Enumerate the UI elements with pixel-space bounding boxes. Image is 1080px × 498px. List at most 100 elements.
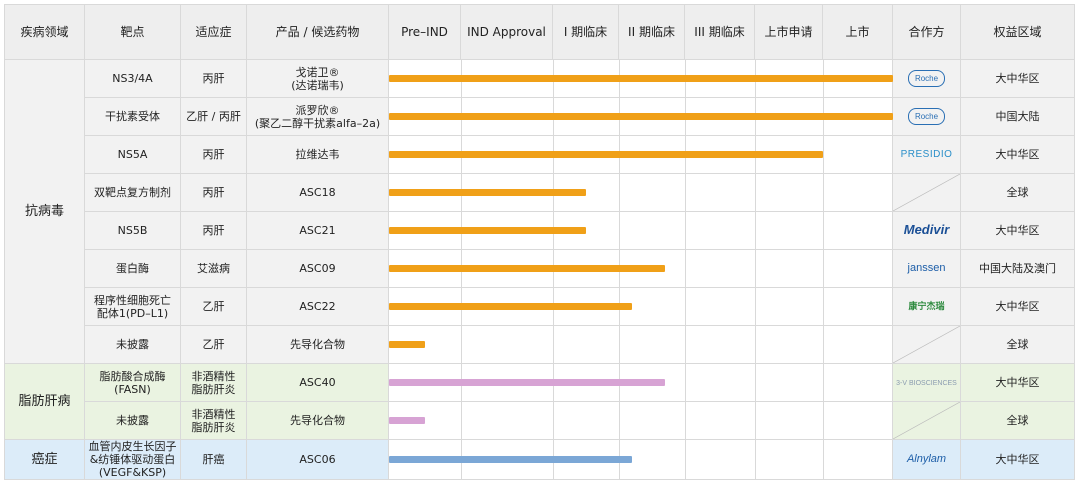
stage-gridline xyxy=(685,402,686,439)
header-phase3: III 期临床 xyxy=(684,4,755,60)
target-cell: 血管内皮生长因子 &纺锤体驱动蛋白 (VEGF&KSP) xyxy=(84,439,181,480)
category-fatty: 脂肪肝病 xyxy=(4,363,85,440)
stage-gridline xyxy=(823,250,824,287)
pipeline-row: 未披露 乙肝 先导化合物 全球 xyxy=(5,325,1075,364)
partner-cell: janssen xyxy=(892,249,961,288)
roche-logo: Roche xyxy=(907,70,946,87)
pipeline-row: NS5B 丙肝 ASC21 Medivir 大中华区 xyxy=(5,211,1075,250)
header-indication: 适应症 xyxy=(180,4,247,60)
region-cell: 全球 xyxy=(960,401,1075,440)
target-cell: NS5A xyxy=(84,135,181,174)
progress-bar xyxy=(389,74,893,82)
stage-gridline xyxy=(823,212,824,249)
indication-cell: 乙肝 xyxy=(180,287,247,326)
product-cell: 戈诺卫® (达诺瑞韦) xyxy=(246,59,389,98)
stage-gridline xyxy=(755,364,756,401)
product-cell: ASC06 xyxy=(246,439,389,480)
progress-cell xyxy=(388,59,893,98)
progress-bar xyxy=(389,226,586,234)
stage-gridline xyxy=(823,402,824,439)
progress-bar xyxy=(389,378,666,386)
pipeline-row: 抗病毒 NS3/4A 丙肝 戈诺卫® (达诺瑞韦) Roche 大中华区 xyxy=(4,59,1075,364)
category-cancer: 癌症 xyxy=(4,439,85,480)
progress-bar xyxy=(389,302,633,310)
region-cell: 大中华区 xyxy=(960,211,1075,250)
pipeline-table: 疾病领域 靶点 适应症 产品 / 候选药物 Pre–IND IND Approv… xyxy=(4,4,1075,480)
stage-gridline xyxy=(619,174,620,211)
indication-cell: 非酒精性 脂肪肝炎 xyxy=(180,401,247,440)
target-cell: 程序性细胞死亡 配体1(PD–L1) xyxy=(84,287,181,326)
no-partner-slash xyxy=(893,326,960,363)
pipeline-row: 未披露 非酒精性 脂肪肝炎 先导化合物 全球 xyxy=(5,401,1075,440)
header-ind-approval: IND Approval xyxy=(460,4,553,60)
pipeline-row: NS5A 丙肝 拉维达韦 PRESIDIO 大中华区 xyxy=(5,135,1075,174)
product-cell: ASC22 xyxy=(246,287,389,326)
indication-cell: 艾滋病 xyxy=(180,249,247,288)
stage-gridline xyxy=(755,250,756,287)
progress-cell xyxy=(388,401,893,440)
stage-gridline xyxy=(755,288,756,325)
progress-cell xyxy=(388,135,893,174)
indication-cell: 乙肝 xyxy=(180,325,247,364)
stage-gridline xyxy=(619,326,620,363)
alnylam-logo: Alnylam xyxy=(906,453,947,465)
target-cell: 未披露 xyxy=(84,325,181,364)
stage-gridline xyxy=(755,212,756,249)
progress-bar xyxy=(389,416,425,424)
stage-gridline xyxy=(553,326,554,363)
region-cell: 大中华区 xyxy=(960,363,1075,402)
product-cell: 派罗欣® (聚乙二醇干扰素alfa–2a) xyxy=(246,97,389,136)
region-cell: 中国大陆 xyxy=(960,97,1075,136)
product-cell: ASC21 xyxy=(246,211,389,250)
stage-gridline xyxy=(685,174,686,211)
product-cell: 先导化合物 xyxy=(246,401,389,440)
indication-cell: 乙肝 / 丙肝 xyxy=(180,97,247,136)
stage-gridline xyxy=(619,212,620,249)
product-cell: ASC18 xyxy=(246,173,389,212)
stage-gridline xyxy=(755,326,756,363)
indication-cell: 丙肝 xyxy=(180,59,247,98)
product-cell: ASC40 xyxy=(246,363,389,402)
region-cell: 大中华区 xyxy=(960,439,1075,480)
stage-gridline xyxy=(553,402,554,439)
stage-gridline xyxy=(461,402,462,439)
indication-cell: 丙肝 xyxy=(180,173,247,212)
presidio-logo: PRESIDIO xyxy=(900,149,953,160)
stage-gridline xyxy=(755,440,756,479)
pipeline-row: 癌症 血管内皮生长因子 &纺锤体驱动蛋白 (VEGF&KSP) 肝癌 ASC06 Alnyl… xyxy=(4,439,1075,480)
pipeline-page: 疾病领域 靶点 适应症 产品 / 候选药物 Pre–IND IND Approv… xyxy=(0,0,1080,498)
pipeline-row: 双靶点复方制剂 丙肝 ASC18 全球 xyxy=(5,173,1075,212)
partner-cell: Alnylam xyxy=(892,439,961,480)
progress-bar xyxy=(389,455,633,463)
stage-gridline xyxy=(823,288,824,325)
medivir-logo: Medivir xyxy=(903,222,950,237)
partner-cell xyxy=(892,401,961,440)
header-pre-ind: Pre–IND xyxy=(388,4,461,60)
header-region: 权益区域 xyxy=(960,4,1075,60)
pipeline-row: 干扰素受体 乙肝 / 丙肝 派罗欣® (聚乙二醇干扰素alfa–2a) Roche 中国大… xyxy=(5,97,1075,136)
stage-gridline xyxy=(685,212,686,249)
progress-cell xyxy=(388,439,893,480)
header-phase2: II 期临床 xyxy=(618,4,685,60)
header-marketed: 上市 xyxy=(822,4,893,60)
alphamab-logo: 康宁杰瑞 xyxy=(908,301,945,311)
category-antiviral: 抗病毒 xyxy=(4,59,85,364)
stage-gridline xyxy=(823,364,824,401)
target-cell: 蛋白酶 xyxy=(84,249,181,288)
region-cell: 中国大陆及澳门 xyxy=(960,249,1075,288)
header-row: 疾病领域 靶点 适应症 产品 / 候选药物 Pre–IND IND Approv… xyxy=(4,4,1075,60)
stage-gridline xyxy=(685,440,686,479)
header-nda: 上市申请 xyxy=(754,4,823,60)
pipeline-row: 程序性细胞死亡 配体1(PD–L1) 乙肝 ASC22 康宁杰瑞 大中华区 xyxy=(5,287,1075,326)
target-cell: 干扰素受体 xyxy=(84,97,181,136)
stage-gridline xyxy=(823,326,824,363)
partner-cell xyxy=(892,325,961,364)
stage-gridline xyxy=(685,250,686,287)
partner-cell xyxy=(892,173,961,212)
progress-cell xyxy=(388,173,893,212)
progress-cell xyxy=(388,287,893,326)
partner-cell: Roche xyxy=(892,97,961,136)
partner-cell: Roche xyxy=(892,59,961,98)
pipeline-row: 蛋白酶 艾滋病 ASC09 janssen 中国大陆及澳门 xyxy=(5,249,1075,288)
stage-gridline xyxy=(823,440,824,479)
